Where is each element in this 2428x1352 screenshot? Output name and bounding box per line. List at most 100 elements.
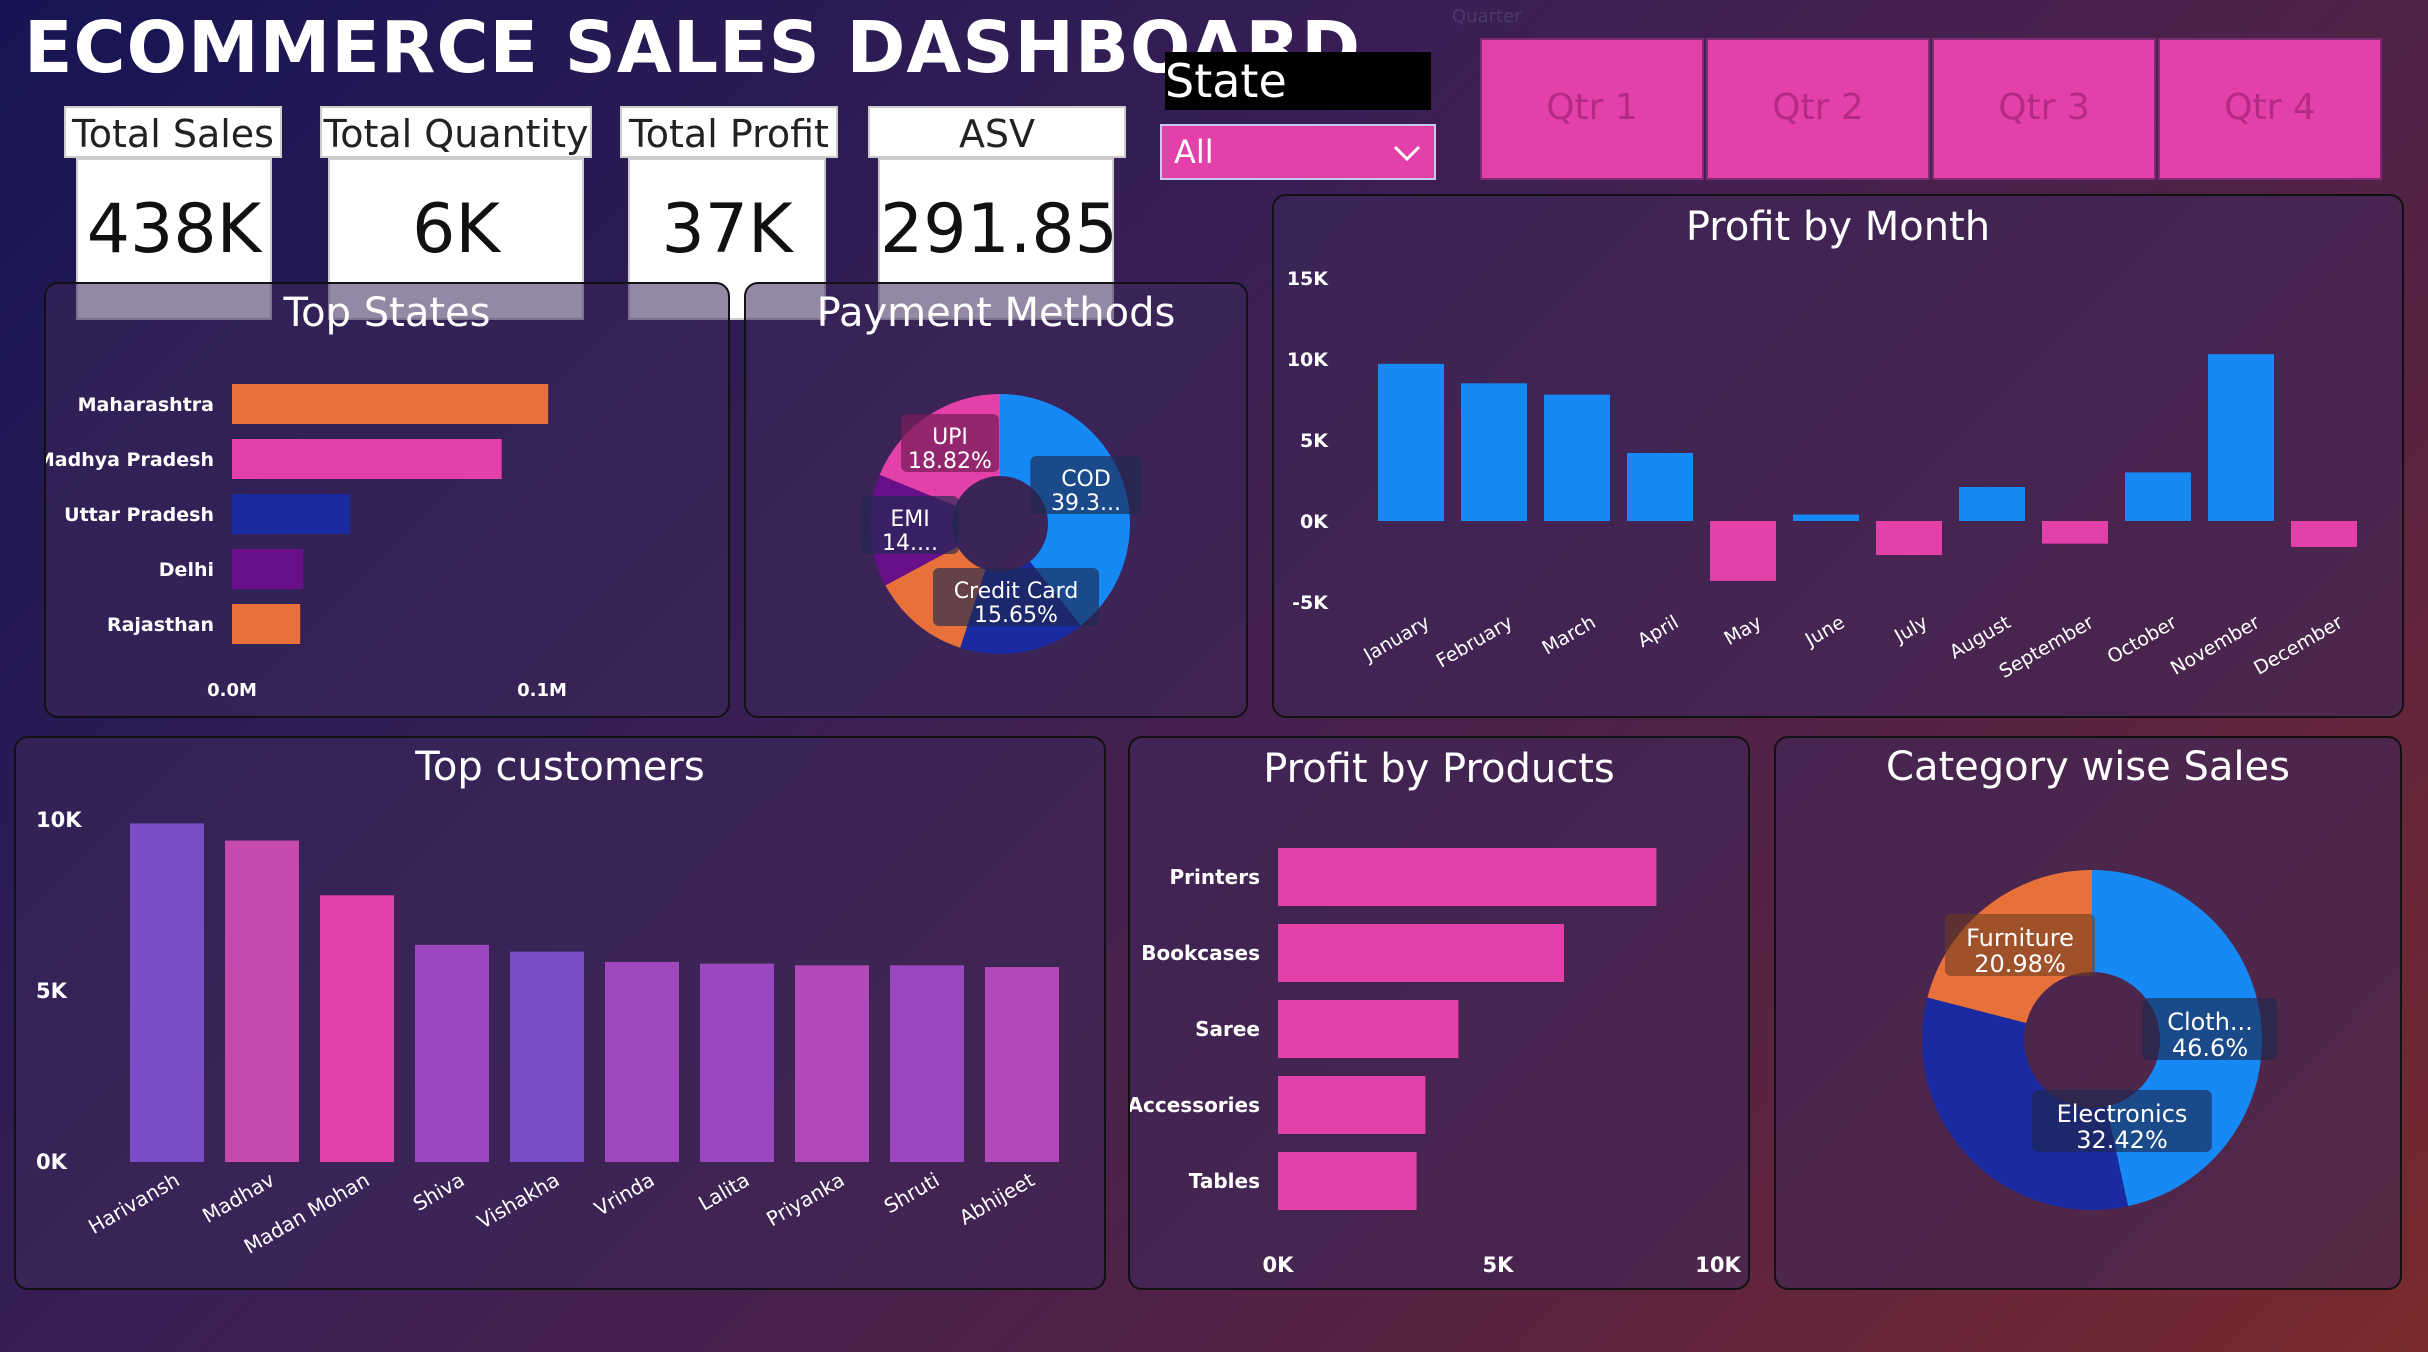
bar <box>890 965 964 1162</box>
y-tick-label: -5K <box>1292 592 1329 614</box>
quarter-button-3[interactable]: Qtr 3 <box>1932 38 2156 180</box>
bar <box>232 604 301 644</box>
data-label-pct: 15.65% <box>974 603 1058 628</box>
quarter-button-1[interactable]: Qtr 1 <box>1480 38 1704 180</box>
payment-methods-chart: COD39.3... Credit Card15.65% EMI14.... UPI1… <box>861 394 1142 654</box>
category-sales-panel: Category wise Sales Cloth... 46.6% Electro… <box>1774 736 2402 1290</box>
bar <box>1278 848 1657 906</box>
y-tick-label: 15K <box>1287 268 1329 290</box>
y-tick-label: 10K <box>36 808 82 832</box>
category-label: Madhya Pradesh <box>46 449 214 471</box>
data-label-pct: 39.3... <box>1051 491 1121 516</box>
x-tick-label: Priyanka <box>762 1168 848 1232</box>
bar <box>1278 1152 1417 1210</box>
profit-by-products-panel: Profit by Products Printers Bookcases Sare… <box>1128 736 1750 1290</box>
bar <box>700 963 774 1162</box>
kpi-label: Total Sales <box>64 106 282 158</box>
chevron-down-icon <box>1393 145 1421 162</box>
x-tick-label: September <box>1996 611 2098 683</box>
category-label: Uttar Pradesh <box>64 504 214 526</box>
bar <box>1544 394 1610 521</box>
category-label: Printers <box>1169 865 1260 889</box>
top-states-panel: Top States Maharashtra Madhya Pradesh Utta… <box>44 282 730 718</box>
bar <box>232 494 350 534</box>
bar <box>2291 521 2357 547</box>
data-label-name: COD <box>1061 467 1111 492</box>
bar <box>415 944 489 1162</box>
y-tick-label: 0K <box>36 1150 68 1174</box>
bar <box>320 895 394 1162</box>
top-states-chart: Maharashtra Madhya Pradesh Uttar Pradesh De… <box>46 384 567 701</box>
category-label: Tables <box>1189 1169 1260 1193</box>
x-tick-label: June <box>1801 611 1849 651</box>
quarter-button-2[interactable]: Qtr 2 <box>1706 38 1930 180</box>
x-tick-label: Madhav <box>198 1167 279 1227</box>
bar <box>1627 452 1693 521</box>
y-tick-label: 10K <box>1287 349 1329 371</box>
x-tick-label: November <box>2167 611 2264 680</box>
kpi-label: ASV <box>868 106 1126 158</box>
x-tick-label: April <box>1634 611 1683 652</box>
bar <box>225 840 299 1162</box>
tick-label: 0.1M <box>517 680 567 701</box>
x-tick-label: Abhijeet <box>955 1167 1039 1229</box>
category-label: Maharashtra <box>78 394 214 416</box>
top-customers-panel: Top customers 0K 5K 10K Harivansh Madhav Mada… <box>14 736 1106 1290</box>
bar <box>1278 924 1564 982</box>
category-label: Accessories <box>1130 1093 1260 1117</box>
x-tick-label: Shiva <box>409 1168 469 1216</box>
bar <box>1793 514 1859 521</box>
state-dropdown[interactable]: All <box>1160 124 1436 180</box>
data-label-pct: 14.... <box>882 531 938 556</box>
category-label: Saree <box>1195 1017 1260 1041</box>
dashboard-title: ECOMMERCE SALES DASHBOARD <box>24 6 1362 89</box>
profit-by-month-panel: Profit by Month -5K 0K 5K 10K 15K January Febr… <box>1272 194 2404 718</box>
bar <box>985 967 1059 1162</box>
x-tick-label: December <box>2250 611 2346 679</box>
quarter-filter-label: Quarter <box>1452 6 1522 27</box>
bar <box>1278 1000 1459 1058</box>
x-tick-label: August <box>1946 611 2015 663</box>
bar <box>605 961 679 1162</box>
data-label-name: Cloth... <box>2167 1008 2253 1036</box>
data-label-pct: 20.98% <box>1974 950 2066 978</box>
quarter-button-4[interactable]: Qtr 4 <box>2158 38 2382 180</box>
bar <box>2125 472 2191 521</box>
payment-methods-panel: Payment Methods COD 39.3... Credit Card 15.… <box>744 282 1248 718</box>
category-label: Bookcases <box>1141 941 1260 965</box>
data-label-name: EMI <box>890 507 929 532</box>
bar <box>1876 521 1942 556</box>
bar <box>1959 486 2025 521</box>
bar <box>130 823 204 1162</box>
data-label-name: UPI <box>932 425 968 450</box>
top-customers-chart: 0K5K10KHarivansh MadhavMadan Mohan Shiva Vi… <box>36 808 1059 1259</box>
bar <box>1278 1076 1426 1134</box>
bar <box>2042 521 2108 544</box>
x-tick-label: 0K <box>1263 1253 1295 1277</box>
x-tick-label: February <box>1433 611 1517 672</box>
category-label: Delhi <box>159 559 214 581</box>
bar <box>232 549 304 589</box>
y-tick-label: 5K <box>1300 430 1329 452</box>
data-label-pct: 32.42% <box>2076 1126 2168 1154</box>
y-tick-label: 0K <box>1300 511 1329 533</box>
bar <box>795 965 869 1162</box>
kpi-label: Total Quantity <box>320 106 592 158</box>
x-tick-label: July <box>1890 611 1931 648</box>
data-label-pct: 18.82% <box>908 449 992 474</box>
x-tick-label: May <box>1720 611 1765 650</box>
profit-by-products-chart: Printers Bookcases Saree Accessories Tables 0… <box>1130 848 1741 1277</box>
bar <box>1378 363 1444 521</box>
bar <box>232 439 502 479</box>
data-label-name: Electronics <box>2057 1100 2188 1128</box>
bar <box>510 951 584 1162</box>
x-tick-label: Shruti <box>880 1168 944 1219</box>
profit-by-month-chart: -5K 0K 5K 10K 15K January February March April Ma… <box>1287 268 2357 683</box>
kpi-label: Total Profit <box>620 106 838 158</box>
data-label-name: Furniture <box>1966 924 2074 952</box>
x-tick-label: Vrinda <box>590 1168 658 1221</box>
bar <box>232 384 549 424</box>
category-sales-chart: Cloth...46.6% Electronics32.42% Furniture2… <box>1922 870 2278 1210</box>
tick-label: 0.0M <box>207 680 257 701</box>
bar <box>1461 383 1527 521</box>
